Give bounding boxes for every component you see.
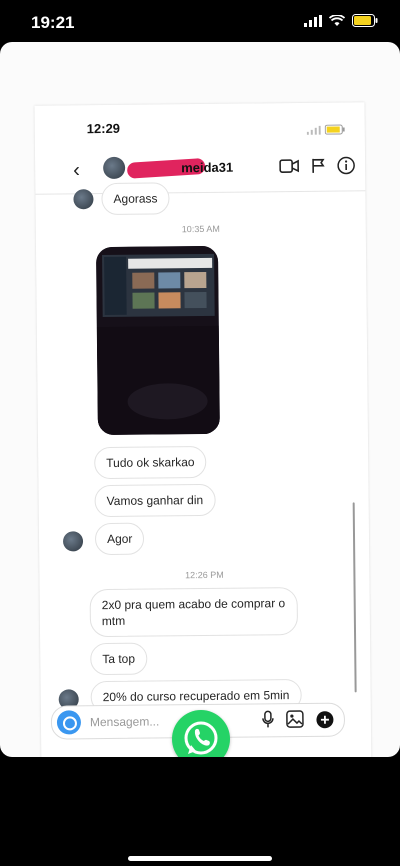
- outer-status-bar: 19:21: [0, 0, 400, 44]
- battery-icon: [324, 124, 345, 135]
- gallery-icon[interactable]: [286, 710, 304, 728]
- inner-time: 12:29: [86, 120, 121, 137]
- message-bubble[interactable]: Agorass: [101, 182, 170, 216]
- message-bubble[interactable]: Ta top: [90, 642, 148, 676]
- camera-icon[interactable]: [56, 710, 82, 735]
- home-indicator: [128, 856, 272, 861]
- media-viewer: 12:29 ‹ meida31 Agorass 10:35 AM Tudo ok…: [0, 42, 400, 757]
- username[interactable]: meida31: [181, 160, 233, 176]
- flag-icon[interactable]: [311, 158, 325, 174]
- inner-status-bar: 12:29: [34, 102, 364, 145]
- message-bubble[interactable]: 2x0 pra quem acabo de comprar o mtm: [89, 587, 299, 638]
- message-bubble[interactable]: Vamos ganhar din: [94, 483, 216, 518]
- whatsapp-logo-glyph: [184, 721, 218, 755]
- screenshot-photo: 12:29 ‹ meida31 Agorass 10:35 AM Tudo ok…: [34, 102, 372, 757]
- message-thread: Agorass 10:35 AM Tudo ok skarkao Vamos g…: [35, 182, 370, 714]
- signal-icon: [306, 125, 321, 135]
- info-icon[interactable]: [337, 156, 355, 175]
- header-actions: [279, 156, 355, 175]
- whatsapp-logo: [172, 710, 230, 757]
- video-call-icon[interactable]: [279, 159, 300, 173]
- shared-image[interactable]: [95, 245, 220, 436]
- battery-icon: [352, 14, 378, 27]
- shared-image-content: [95, 245, 220, 436]
- signal-icon: [304, 14, 322, 27]
- microphone-icon[interactable]: [262, 710, 274, 728]
- timestamp: 10:35 AM: [181, 223, 220, 235]
- outer-time: 19:21: [31, 13, 75, 32]
- sender-avatar: [73, 189, 94, 210]
- avatar[interactable]: [103, 156, 126, 180]
- chat-header: ‹ meida31: [34, 150, 366, 195]
- sender-avatar: [62, 531, 84, 552]
- timestamp: 12:26 PM: [185, 569, 224, 581]
- add-icon[interactable]: [316, 711, 334, 729]
- message-bubble[interactable]: Tudo ok skarkao: [94, 445, 207, 480]
- outer-status-icons: [304, 14, 378, 27]
- wifi-icon: [329, 14, 345, 26]
- message-bubble[interactable]: Agor: [94, 522, 145, 556]
- inner-status-icons: [306, 124, 345, 135]
- back-icon[interactable]: ‹: [73, 159, 80, 182]
